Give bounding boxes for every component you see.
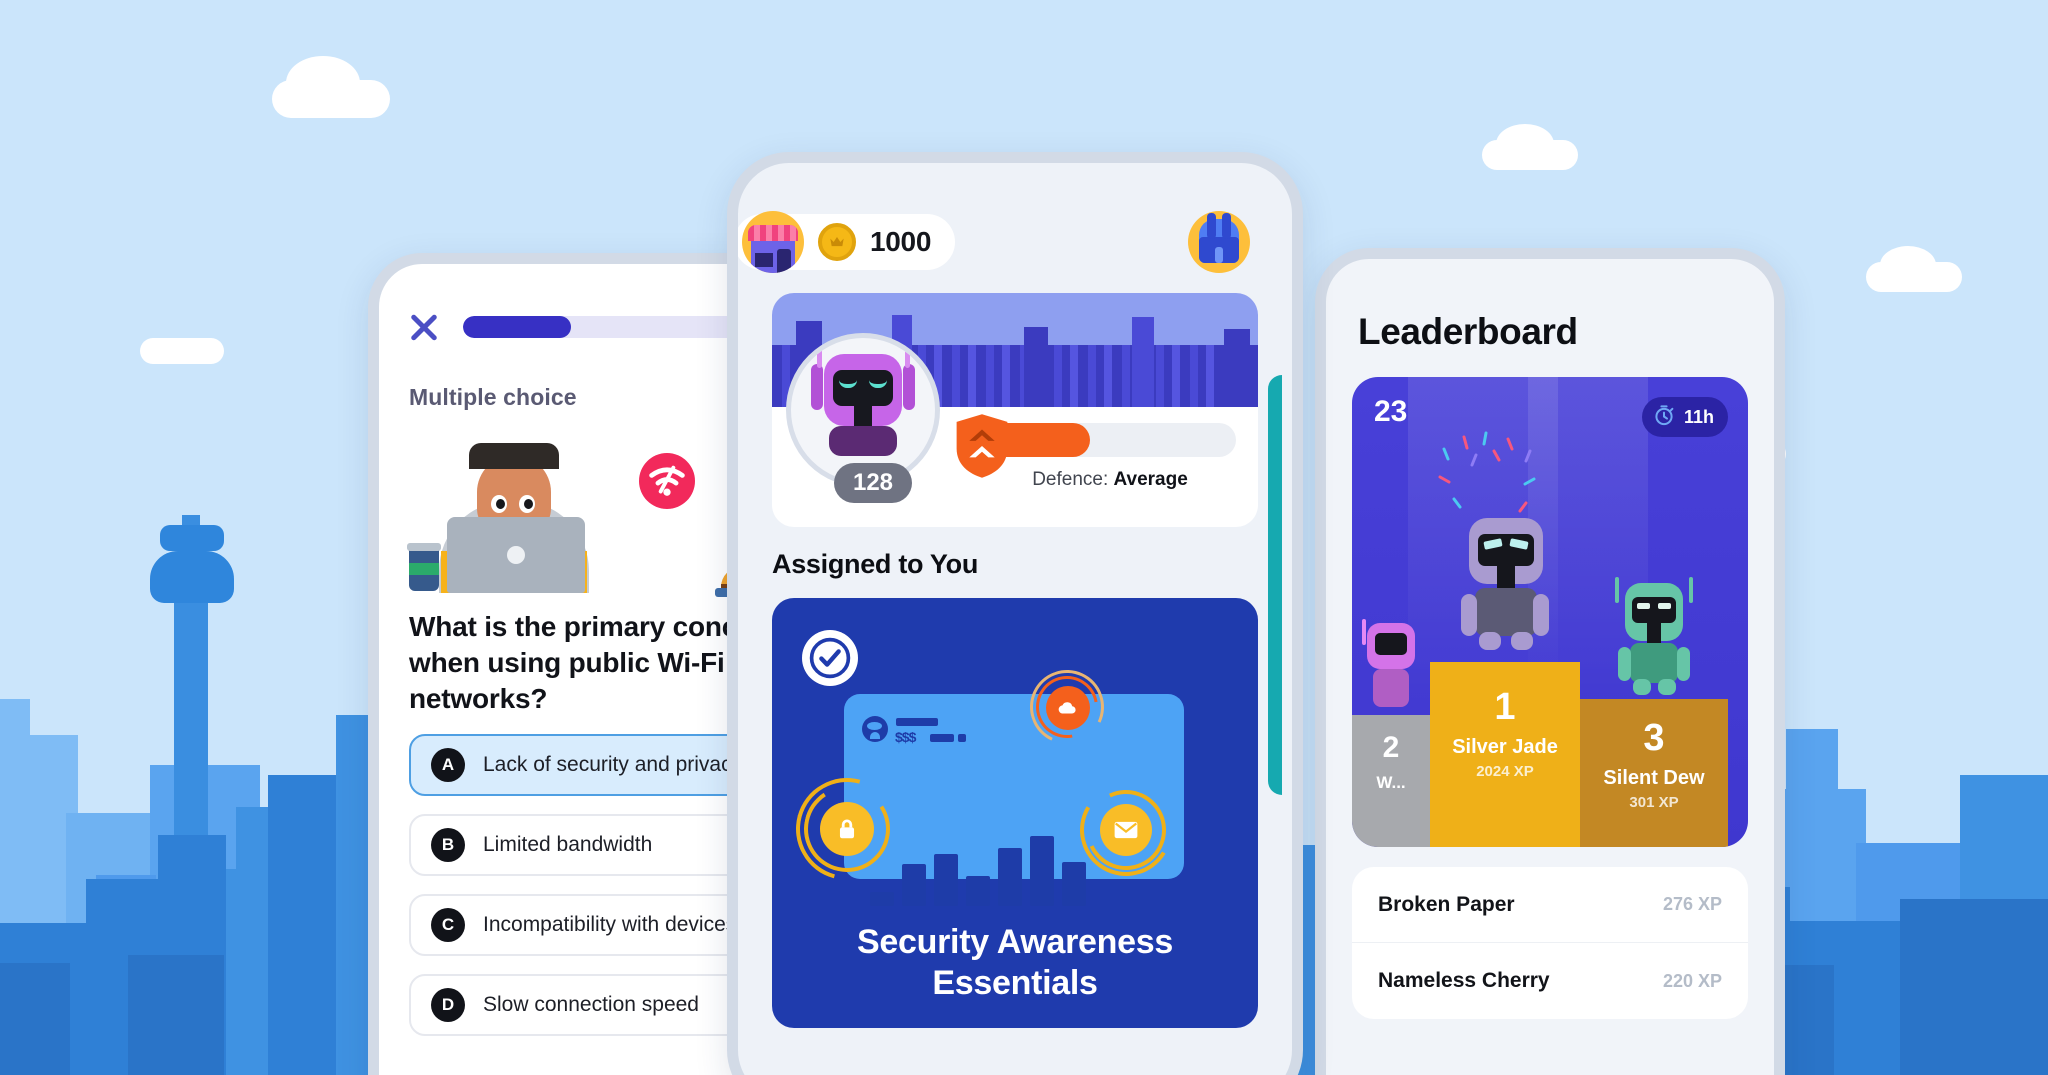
robot-avatar-icon bbox=[1359, 619, 1423, 715]
home-phone: 1000 128 Defence: Average Assigned to Yo… bbox=[727, 152, 1303, 1075]
cloud-icon bbox=[1046, 686, 1090, 730]
shield-icon bbox=[954, 413, 1010, 479]
robot-avatar-icon bbox=[1611, 575, 1697, 699]
course-illustration: $$$ bbox=[777, 659, 1184, 906]
leaderboard-row-name: Broken Paper bbox=[1378, 892, 1515, 916]
cloud-1b bbox=[286, 56, 360, 110]
wifi-off-icon bbox=[639, 453, 695, 509]
mail-icon bbox=[1100, 804, 1152, 856]
leaderboard-phone: Leaderboard 23 11h 2 W... 1 Silver Jade … bbox=[1315, 248, 1785, 1075]
illustration-person-left bbox=[407, 443, 627, 593]
stopwatch-icon bbox=[1652, 403, 1676, 432]
option-letter: C bbox=[431, 908, 465, 943]
leaderboard-row-name: Nameless Cherry bbox=[1378, 969, 1550, 992]
course-title: Security Awareness Essentials bbox=[772, 922, 1258, 1004]
defence-value: Average bbox=[1113, 469, 1188, 490]
next-course-card-peek[interactable] bbox=[1268, 375, 1282, 795]
avatar-stats: 128 Defence: Average bbox=[772, 333, 1258, 527]
podium-rank: 1 bbox=[1494, 686, 1516, 728]
podium-place-2: 2 W... bbox=[1352, 619, 1430, 847]
cloud-2b bbox=[1496, 124, 1554, 164]
leaderboard-title: Leaderboard bbox=[1358, 311, 1578, 352]
leaderboard-podium-card: 23 11h 2 W... 1 Silver Jade 2024 XP 3 Si… bbox=[1352, 377, 1748, 847]
close-icon[interactable] bbox=[407, 310, 441, 344]
option-letter: B bbox=[431, 828, 465, 863]
defence-bar bbox=[984, 423, 1236, 457]
podium-rank: 2 bbox=[1382, 731, 1400, 764]
leaderboard-row-xp: 220 XP bbox=[1662, 970, 1722, 991]
course-title-line1: Security Awareness bbox=[857, 923, 1173, 962]
coin-balance-pill[interactable]: 1000 bbox=[738, 211, 956, 273]
option-label: Limited bandwidth bbox=[483, 833, 653, 857]
podium-name: W... bbox=[1376, 773, 1406, 792]
option-label: Incompatibility with devices bbox=[483, 913, 737, 937]
option-label: Slow connection speed bbox=[483, 993, 699, 1017]
defence-meter: Defence: Average bbox=[954, 414, 1236, 491]
leaderboard-timer: 11h bbox=[1641, 397, 1728, 437]
podium-place-1: 1 Silver Jade 2024 XP bbox=[1430, 518, 1580, 847]
leaderboard-list: Broken Paper 276 XP Nameless Cherry 220 … bbox=[1352, 867, 1748, 1019]
home-header: 1000 bbox=[738, 163, 1292, 273]
option-label: Lack of security and privacy bbox=[483, 753, 743, 777]
podium-xp: 2024 XP bbox=[1476, 763, 1534, 780]
course-title-line2: Essentials bbox=[932, 964, 1098, 1003]
crown-coin-icon bbox=[818, 223, 856, 261]
podium-place-3: 3 Silent Dew 301 XP bbox=[1580, 577, 1728, 847]
leaderboard-row[interactable]: Broken Paper 276 XP bbox=[1352, 867, 1748, 943]
podium-name: Silent Dew bbox=[1603, 767, 1705, 789]
assigned-heading: Assigned to You bbox=[772, 549, 979, 579]
coin-balance: 1000 bbox=[870, 226, 932, 257]
cloud-3 bbox=[140, 338, 224, 364]
option-letter: A bbox=[431, 748, 465, 783]
defence-label-prefix: Defence: bbox=[1032, 469, 1109, 490]
option-letter: D bbox=[431, 988, 465, 1023]
shop-icon[interactable] bbox=[742, 211, 804, 273]
cloud-4b bbox=[1880, 246, 1936, 284]
avatar-hero-card: 128 Defence: Average bbox=[772, 293, 1258, 527]
money-label: $$$ bbox=[895, 729, 916, 745]
robot-avatar-icon bbox=[1453, 512, 1557, 662]
podium-rank: 3 bbox=[1643, 717, 1665, 759]
quiz-progress-fill bbox=[463, 316, 571, 338]
podium-xp: 301 XP bbox=[1629, 794, 1679, 811]
leaderboard-row-xp: 276 XP bbox=[1662, 894, 1722, 914]
check-circle-icon bbox=[802, 630, 858, 686]
scene-root: Multiple choice What is the primary conc… bbox=[0, 0, 2048, 1075]
podium-name: Silver Jade bbox=[1452, 736, 1558, 758]
bar-chart-icon bbox=[870, 892, 894, 906]
podium: 2 W... 1 Silver Jade 2024 XP 3 Silent De… bbox=[1352, 518, 1748, 847]
leaderboard-timer-value: 11h bbox=[1683, 406, 1714, 427]
course-card[interactable]: $$$ Security Awareness Essentials bbox=[772, 598, 1258, 1028]
lock-icon bbox=[820, 802, 874, 856]
leaderboard-row[interactable]: Nameless Cherry 220 XP bbox=[1352, 943, 1748, 1019]
avatar-level-badge: 128 bbox=[834, 463, 912, 503]
backpack-icon[interactable] bbox=[1188, 211, 1250, 273]
leaderboard-date: 23 bbox=[1374, 395, 1408, 428]
